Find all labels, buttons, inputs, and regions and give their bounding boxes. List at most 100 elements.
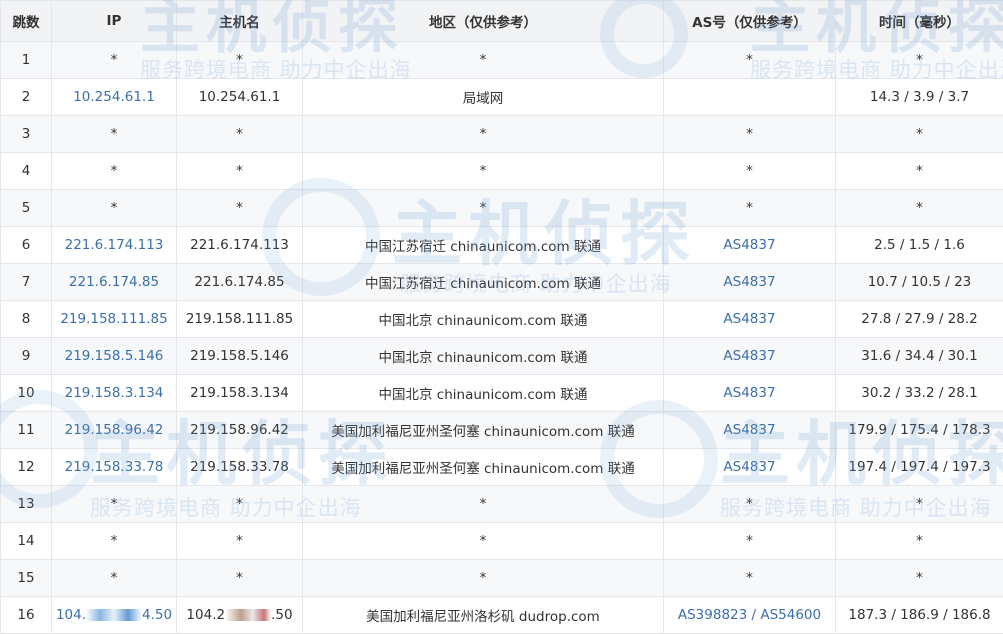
ip-cell: 219.158.33.78 — [51, 448, 177, 486]
time-value: 27.8 / 27.9 / 28.2 — [861, 311, 978, 327]
hostname-value: * — [236, 200, 243, 216]
time-cell: * — [835, 189, 1003, 227]
hop-cell: 9 — [0, 337, 52, 375]
hostname-prefix: 104.2 — [186, 607, 226, 623]
time-cell: * — [835, 485, 1003, 523]
region-cell: * — [302, 559, 664, 597]
hostname-value: * — [236, 570, 243, 586]
ip-link[interactable]: 219.158.96.42 — [65, 422, 164, 438]
region-value: * — [479, 533, 487, 549]
region-value: * — [479, 570, 487, 586]
as-link[interactable]: AS4837 — [723, 237, 775, 253]
hostname-value: 221.6.174.85 — [194, 274, 285, 290]
time-cell: 2.5 / 1.5 / 1.6 — [835, 226, 1003, 264]
as-link[interactable]: AS398823 — [678, 607, 747, 623]
as-link[interactable]: AS4837 — [723, 422, 775, 438]
header-as-number: AS号（仅供参考） — [663, 0, 836, 42]
hop-number: 13 — [17, 496, 35, 512]
as-link[interactable]: AS4837 — [723, 348, 775, 364]
as-link[interactable]: AS4837 — [723, 311, 775, 327]
ip-link[interactable]: 219.158.111.85 — [60, 311, 167, 327]
hop-cell: 11 — [0, 411, 52, 449]
region-cell: 美国加利福尼亚州圣何塞 chinaunicom.com 联通 — [302, 411, 664, 449]
as-link[interactable]: AS4837 — [723, 274, 775, 290]
region-value: 美国加利福尼亚州洛杉矶 dudrop.com — [366, 609, 600, 625]
ip-cell: 219.158.3.134 — [51, 374, 177, 412]
as-value: * — [746, 52, 753, 68]
hop-number: 9 — [21, 348, 31, 364]
time-value: * — [916, 533, 923, 549]
table-row: 11 219.158.96.42 219.158.96.42 美国加利福尼亚州圣何塞 … — [0, 411, 1003, 449]
as-cell: AS4837 — [663, 263, 836, 301]
hop-number: 11 — [17, 422, 35, 438]
header-region: 地区（仅供参考） — [302, 0, 664, 42]
hop-cell: 1 — [0, 41, 52, 79]
as-link[interactable]: AS4837 — [723, 385, 775, 401]
header-ip: IP — [51, 0, 177, 42]
hop-cell: 15 — [0, 559, 52, 597]
region-value: 美国加利福尼亚州圣何塞 chinaunicom.com 联通 — [331, 424, 635, 440]
ip-link[interactable]: 219.158.5.146 — [65, 348, 164, 364]
as-cell: AS398823 / AS54600 — [663, 596, 836, 634]
as-cell: * — [663, 152, 836, 190]
time-cell: * — [835, 522, 1003, 560]
table-body: 1 * * * * * 2 10.254.61.1 10.254.61.1 局域网 14.3 / 3… — [0, 41, 1003, 634]
ip-link[interactable]: 221.6.174.85 — [69, 274, 159, 290]
time-cell: 10.7 / 10.5 / 23 — [835, 263, 1003, 301]
time-value: 10.7 / 10.5 / 23 — [867, 274, 972, 290]
hop-number: 14 — [17, 533, 35, 549]
table-header-row: 跳数 IP 主机名 地区（仅供参考） AS号（仅供参考） 时间（毫秒） — [0, 0, 1003, 42]
redacted-blur — [86, 609, 142, 621]
region-value: 中国江苏宿迁 chinaunicom.com 联通 — [365, 239, 601, 255]
ip-link-prefix[interactable]: 104. — [56, 607, 86, 623]
hostname-value: 219.158.111.85 — [185, 311, 294, 327]
time-cell: 197.4 / 197.4 / 197.3 — [835, 448, 1003, 486]
hostname-cell: * — [176, 189, 303, 227]
time-cell: 14.3 / 3.9 / 3.7 — [835, 78, 1003, 116]
ip-link[interactable]: 219.158.3.134 — [65, 385, 164, 401]
time-cell: * — [835, 115, 1003, 153]
hostname-cell: * — [176, 485, 303, 523]
ip-value: * — [110, 52, 118, 68]
hostname-value: 221.6.174.113 — [190, 237, 289, 253]
table-row: 7 221.6.174.85 221.6.174.85 中国江苏宿迁 chinauni… — [0, 263, 1003, 301]
ip-value: * — [110, 496, 118, 512]
as-value: * — [746, 496, 753, 512]
ip-cell: * — [51, 485, 177, 523]
as-link[interactable]: AS4837 — [723, 459, 775, 475]
region-value: 美国加利福尼亚州圣何塞 chinaunicom.com 联通 — [331, 461, 635, 477]
hostname-value: * — [236, 126, 243, 142]
ip-cell: 221.6.174.113 — [51, 226, 177, 264]
hop-cell: 10 — [0, 374, 52, 412]
as-cell: AS4837 — [663, 448, 836, 486]
as-cell: AS4837 — [663, 300, 836, 338]
table-row: 6 221.6.174.113 221.6.174.113 中国江苏宿迁 chinau… — [0, 226, 1003, 264]
region-value: * — [479, 496, 487, 512]
as-cell: * — [663, 522, 836, 560]
region-value: 局域网 — [462, 91, 504, 107]
hop-cell: 16 — [0, 596, 52, 634]
ip-link-suffix[interactable]: 4.50 — [142, 607, 172, 623]
ip-link[interactable]: 10.254.61.1 — [73, 89, 155, 105]
hop-cell: 12 — [0, 448, 52, 486]
table-row: 8 219.158.111.85 219.158.111.85 中国北京 chinau… — [0, 300, 1003, 338]
as-cell: * — [663, 559, 836, 597]
redacted-blur — [225, 609, 272, 621]
time-cell: 31.6 / 34.4 / 30.1 — [835, 337, 1003, 375]
as-value: * — [746, 533, 753, 549]
region-cell: * — [302, 152, 664, 190]
ip-value: * — [110, 533, 118, 549]
ip-cell: * — [51, 189, 177, 227]
time-value: * — [916, 52, 923, 68]
hop-number: 15 — [17, 570, 35, 586]
as-link[interactable]: AS54600 — [760, 607, 821, 623]
hop-number: 4 — [21, 163, 31, 179]
table-row: 3 * * * * * — [0, 115, 1003, 153]
ip-cell: 219.158.111.85 — [51, 300, 177, 338]
region-value: 中国北京 chinaunicom.com 联通 — [378, 313, 588, 329]
hostname-cell: * — [176, 522, 303, 560]
region-cell: * — [302, 115, 664, 153]
ip-link[interactable]: 221.6.174.113 — [65, 237, 164, 253]
hostname-value: * — [236, 163, 243, 179]
ip-link[interactable]: 219.158.33.78 — [65, 459, 164, 475]
